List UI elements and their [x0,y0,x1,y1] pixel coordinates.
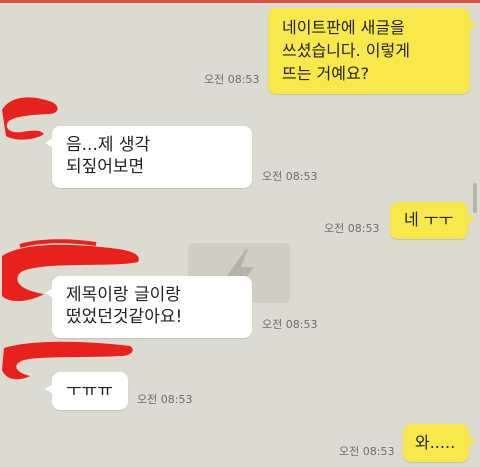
outgoing-message-bubble[interactable]: 와..... [403,424,476,462]
message-timestamp: 오전 08:53 [262,170,318,183]
top-edge-bar [0,0,480,3]
outgoing-message-bubble[interactable]: 네이트판에 새글을 쓰셨습니다. 이렇게 뜨는 거예요? [268,8,477,94]
message-timestamp: 오전 08:53 [137,393,193,406]
outgoing-message-bubble[interactable]: 네 ㅜㅜ [390,202,475,239]
red-scribble-redaction-icon [2,97,58,140]
red-scribble-redaction-icon [2,239,139,302]
message-timestamp: 오전 08:53 [324,222,380,235]
chat-view[interactable]: 네이트판에 새글을 쓰셨습니다. 이렇게 뜨는 거예요? 오전 08:53 음.… [0,0,480,467]
incoming-message-bubble[interactable]: 음...제 생각 되짚어보면 [45,126,252,188]
scrollbar-thumb[interactable] [473,183,477,213]
message-timestamp: 오전 08:53 [339,445,395,458]
message-timestamp: 오전 08:53 [262,318,318,331]
red-scribble-redaction-icon [2,341,133,380]
message-timestamp: 오전 08:53 [204,73,260,86]
